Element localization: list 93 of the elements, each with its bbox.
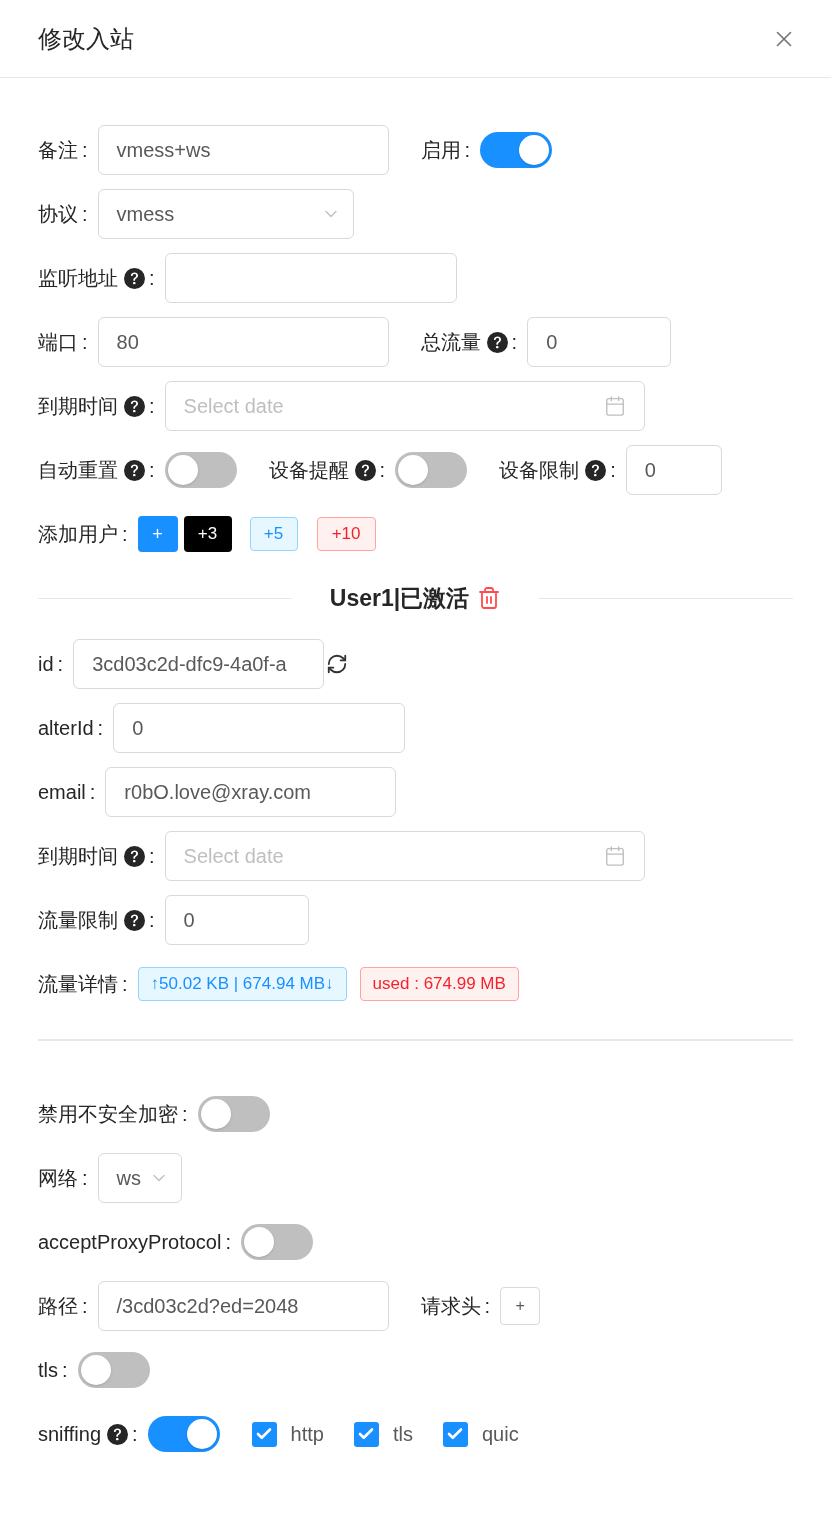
checkbox-label: http — [290, 1422, 324, 1447]
field-label: 备注 — [38, 138, 78, 163]
select-field[interactable]: vmess — [97, 189, 354, 239]
help-icon[interactable] — [124, 267, 145, 289]
label-colon: : — [149, 394, 155, 419]
trash-icon[interactable] — [477, 586, 502, 610]
field-label: 设备提醒 — [268, 458, 349, 483]
label-colon: : — [149, 458, 155, 483]
field-label: id — [38, 652, 54, 677]
field-label: 请求头 — [420, 1294, 481, 1319]
help-icon[interactable] — [124, 395, 145, 417]
label-colon: : — [57, 652, 64, 677]
help-icon[interactable] — [354, 459, 376, 481]
add-header-button[interactable]: + — [500, 1287, 541, 1325]
label-colon: : — [511, 330, 518, 355]
help-icon[interactable] — [486, 331, 508, 353]
field-label: acceptProxyProtocol — [38, 1230, 222, 1255]
help-icon[interactable] — [585, 459, 607, 481]
user-title: User1|已激活 — [329, 583, 470, 613]
field-label: 添加用户 — [38, 522, 118, 547]
label-colon: : — [82, 138, 88, 163]
field-label: 流量详情 — [38, 972, 118, 997]
input-field[interactable]: vmess+ws — [97, 125, 389, 175]
field-label: 网络 — [38, 1166, 78, 1191]
label-colon: : — [464, 138, 471, 163]
label-colon: : — [82, 330, 88, 355]
label-colon: : — [484, 1294, 491, 1319]
input-field[interactable]: 0 — [113, 703, 406, 753]
label-colon: : — [149, 266, 155, 291]
help-icon[interactable] — [124, 459, 145, 481]
label-colon: : — [149, 844, 155, 869]
input-field[interactable]: 80 — [97, 317, 389, 367]
field-label: 端口 — [38, 330, 78, 355]
calendar-icon — [603, 395, 626, 417]
calendar-icon — [603, 845, 626, 867]
checkbox-label: tls — [392, 1422, 413, 1447]
add-user-button[interactable]: +3 — [183, 516, 232, 552]
select-field[interactable]: ws — [97, 1153, 182, 1203]
label-colon: : — [132, 1422, 138, 1447]
input-field[interactable]: 0 — [625, 445, 722, 495]
checkbox[interactable] — [353, 1421, 379, 1447]
field-label: email — [38, 780, 86, 805]
toggle-switch[interactable] — [164, 452, 237, 488]
label-colon: : — [82, 202, 88, 227]
field-label: 自动重置 — [38, 458, 118, 483]
field-label: tls — [38, 1358, 58, 1383]
field-label: 路径 — [38, 1294, 78, 1319]
label-colon: : — [379, 458, 386, 483]
label-colon: : — [149, 908, 155, 933]
toggle-switch[interactable] — [197, 1096, 270, 1132]
field-label: 协议 — [38, 202, 78, 227]
toggle-switch[interactable] — [147, 1416, 220, 1452]
field-label: 禁用不安全加密 — [38, 1102, 178, 1127]
input-field[interactable]: 0 — [527, 317, 672, 367]
toggle-switch[interactable] — [395, 452, 468, 488]
traffic-tag: ↑50.02 KB | 674.94 MB↓ — [137, 967, 347, 1001]
label-colon: : — [122, 522, 128, 547]
dialog-title: 修改入站 — [38, 23, 134, 54]
field-label: 总流量 — [420, 330, 481, 355]
label-colon: : — [82, 1166, 88, 1191]
label-colon: : — [62, 1358, 68, 1383]
field-label: 监听地址 — [38, 266, 118, 291]
input-field[interactable]: 0 — [164, 895, 309, 945]
field-label: 设备限制 — [499, 458, 580, 483]
input-field[interactable]: /3cd03c2d?ed=2048 — [97, 1281, 389, 1331]
toggle-switch[interactable] — [480, 132, 553, 168]
field-label: 启用 — [420, 138, 461, 163]
traffic-tag: used : 674.99 MB — [359, 967, 519, 1001]
toggle-switch[interactable] — [77, 1352, 150, 1388]
refresh-icon[interactable] — [326, 653, 349, 675]
label-colon: : — [89, 780, 96, 805]
help-icon[interactable] — [124, 845, 145, 867]
help-icon[interactable] — [124, 909, 145, 931]
label-colon: : — [225, 1230, 231, 1255]
field-label: sniffing — [38, 1422, 101, 1447]
toggle-switch[interactable] — [241, 1224, 313, 1260]
checkbox[interactable] — [251, 1421, 277, 1447]
label-colon: : — [610, 458, 616, 483]
field-label: alterId — [38, 716, 94, 741]
help-icon[interactable] — [107, 1423, 128, 1445]
field-label: 到期时间 — [38, 394, 118, 419]
input-field[interactable]: r0bO.love@xray.com — [105, 767, 397, 817]
add-user-button[interactable]: +10 — [316, 517, 376, 551]
label-colon: : — [97, 716, 104, 741]
input-field[interactable] — [164, 253, 457, 303]
label-colon: : — [182, 1102, 188, 1127]
field-label: 流量限制 — [38, 908, 118, 933]
field-label: 到期时间 — [38, 844, 118, 869]
checkbox[interactable] — [442, 1421, 468, 1447]
label-colon: : — [122, 972, 128, 997]
checkbox-label: quic — [481, 1422, 519, 1447]
label-colon: : — [82, 1294, 88, 1319]
input-field[interactable]: 3cd03c2d-dfc9-4a0f-a — [73, 639, 325, 689]
